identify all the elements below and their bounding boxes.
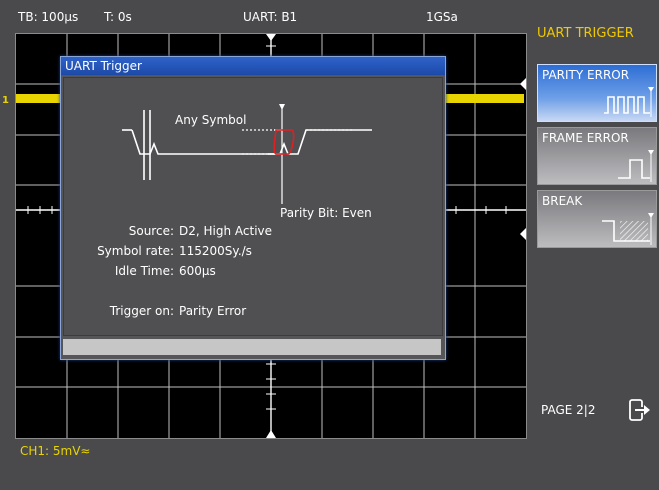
break-button[interactable]: BREAK (537, 190, 657, 248)
dialog-title: UART Trigger (61, 57, 445, 75)
ch1-trace-left (16, 94, 66, 103)
next-page-icon[interactable] (627, 398, 651, 422)
timebase-readout[interactable]: TB: 100µs (18, 10, 78, 30)
uart-trigger-dialog: UART Trigger Any Symbol Parity Bit: Even… (60, 56, 446, 360)
dialog-body: Any Symbol Parity Bit: Even Source: D2, … (63, 77, 443, 336)
idle-time-label: Idle Time: (114, 264, 174, 278)
ch1-trace-right (444, 94, 524, 103)
oscilloscope-screen: TB: 100µs T: 0s UART: B1 1GSa 1 CH1: 5mV… (0, 0, 659, 490)
menu-title: UART TRIGGER (537, 26, 634, 41)
symbol-rate-label: Symbol rate: (97, 244, 174, 258)
bus-readout[interactable]: UART: B1 (243, 10, 297, 30)
source-value: D2, High Active (179, 224, 273, 238)
parity-error-icon (604, 87, 654, 117)
frame-error-icon (618, 150, 654, 182)
sample-rate-readout: 1GSa (426, 10, 458, 24)
idle-time-value: 600µs (179, 264, 216, 278)
ch1-scale-label[interactable]: CH1: 5mV≈ (20, 444, 90, 458)
source-label: Source: (128, 224, 174, 238)
parity-bit-label: Parity Bit: Even (280, 206, 372, 220)
break-icon (602, 213, 654, 245)
parity-error-button[interactable]: PARITY ERROR (537, 64, 657, 122)
trigger-time-readout[interactable]: T: 0s (104, 10, 132, 30)
trigger-on-label: Trigger on: (109, 304, 174, 318)
trigger-position-marker (266, 34, 276, 41)
symbol-rate-value: 115200Sy./s (179, 244, 252, 258)
dialog-footer-bar (63, 339, 441, 355)
ch1-level-marker: 1 (2, 95, 9, 106)
menu-page-indicator: PAGE 2|2 (541, 403, 596, 417)
trigger-on-value: Parity Error (179, 304, 247, 318)
frame-error-button[interactable]: FRAME ERROR (537, 127, 657, 185)
any-symbol-label: Any Symbol (175, 113, 247, 127)
